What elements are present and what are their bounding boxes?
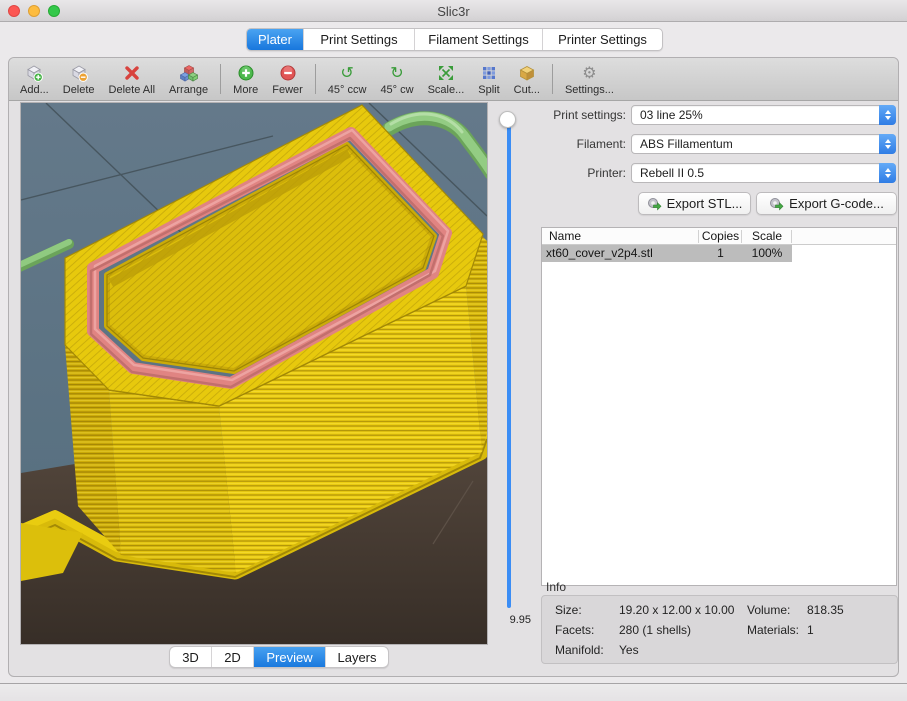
view-tab-3d[interactable]: 3D [170,647,212,667]
rotate-ccw-button[interactable]: ↺ 45° ccw [321,59,374,99]
cut-button[interactable]: Cut... [507,59,547,99]
tab-plater[interactable]: Plater [247,29,304,50]
volume-value: 818.35 [807,603,844,617]
column-header-scale[interactable]: Scale [742,228,792,245]
chevron-up-down-icon[interactable] [879,105,896,125]
filament-select[interactable]: ABS Fillamentum [631,134,896,154]
column-header-copies[interactable]: Copies [699,228,742,245]
materials-label: Materials: [747,623,799,637]
tab-printer-settings[interactable]: Printer Settings [543,29,662,50]
status-bar [0,684,907,701]
box-remove-icon [70,64,88,83]
rotate-cw-button[interactable]: ↻ 45° cw [373,59,420,99]
object-scale: 100% [742,245,792,262]
view-tab-preview[interactable]: Preview [254,647,326,667]
rotate-ccw-icon: ↺ [340,64,353,83]
window-title: Slic3r [0,4,907,19]
arrange-icon [180,64,198,83]
export-stl-button[interactable]: Export STL... [638,192,751,215]
cut-icon [518,64,536,83]
tab-filament-settings[interactable]: Filament Settings [415,29,543,50]
layer-slider-thumb[interactable] [499,111,516,128]
split-icon [480,64,498,83]
chevron-up-down-icon[interactable] [879,134,896,154]
more-button[interactable]: More [226,59,265,99]
delete-all-icon [123,64,141,83]
facets-value: 280 (1 shells) [619,623,691,637]
fewer-icon [279,64,297,83]
printer-label: Printer: [541,166,626,180]
toolbar-separator [552,64,553,94]
object-row[interactable]: xt60_cover_v2p4.stl 1 100% [542,245,792,262]
print-settings-label: Print settings: [541,108,626,122]
rotate-cw-icon: ↻ [390,64,403,83]
delete-button[interactable]: Delete [56,59,102,99]
title-bar: Slic3r [0,0,907,22]
delete-all-button[interactable]: Delete All [102,59,162,99]
size-label: Size: [555,603,582,617]
export-gear-icon [769,196,784,212]
facets-label: Facets: [555,623,594,637]
export-gcode-button[interactable]: Export G-code... [756,192,897,215]
size-value: 19.20 x 12.00 x 10.00 [619,603,734,617]
arrange-button[interactable]: Arrange [162,59,215,99]
view-switcher: 3D 2D Preview Layers [169,646,389,668]
object-list-header: Name Copies Scale [542,228,896,245]
view-tab-2d[interactable]: 2D [212,647,254,667]
manifold-value: Yes [619,643,639,657]
preview-3d-canvas[interactable] [20,102,488,645]
more-icon [237,64,255,83]
toolbar-separator [315,64,316,94]
toolbar-separator [220,64,221,94]
volume-label: Volume: [747,603,790,617]
object-name: xt60_cover_v2p4.stl [542,245,699,262]
box-add-icon [25,64,43,83]
materials-value: 1 [807,623,814,637]
manifold-label: Manifold: [555,643,604,657]
settings-button[interactable]: ⚙ Settings... [558,59,621,99]
plater-panel: Add... Delete Delete All Arrange [8,57,899,677]
model-preview-scene [21,103,487,644]
slic3r-window: Slic3r Plater Print Settings Filament Se… [0,0,907,701]
object-list: Name Copies Scale xt60_cover_v2p4.stl 1 … [541,227,897,586]
export-gear-icon [647,196,662,212]
split-button[interactable]: Split [471,59,506,99]
print-settings-select[interactable]: 03 line 25% [631,105,896,125]
layer-slider-track[interactable] [507,119,511,608]
tab-print-settings[interactable]: Print Settings [304,29,415,50]
main-tabs: Plater Print Settings Filament Settings … [246,28,663,51]
column-header-name[interactable]: Name [542,228,699,245]
printer-select[interactable]: Rebell II 0.5 [631,163,896,183]
toolbar: Add... Delete Delete All Arrange [9,58,898,101]
object-copies: 1 [699,245,742,262]
info-group: Size: 19.20 x 12.00 x 10.00 Volume: 818.… [541,595,898,664]
view-tab-layers[interactable]: Layers [326,647,388,667]
add-button[interactable]: Add... [13,59,56,99]
fewer-button[interactable]: Fewer [265,59,310,99]
scale-button[interactable]: Scale... [421,59,472,99]
settings-gear-icon: ⚙ [582,64,596,83]
filament-label: Filament: [541,137,626,151]
scale-icon [437,64,455,83]
info-group-title: Info [546,580,566,594]
chevron-up-down-icon[interactable] [879,163,896,183]
layer-slider-value: 9.95 [491,614,531,626]
